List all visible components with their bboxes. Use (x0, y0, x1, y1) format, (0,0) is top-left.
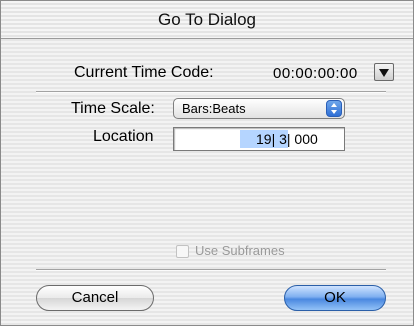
separator-top (36, 91, 386, 93)
use-subframes-checkbox[interactable] (176, 245, 189, 258)
popup-arrows-icon (326, 100, 342, 117)
time-scale-label: Time Scale: (71, 100, 155, 117)
separator-bottom (36, 269, 386, 271)
time-scale-popup[interactable]: Bars:Beats (173, 98, 345, 119)
location-value: 19| 3| 000 (256, 131, 318, 147)
time-code-menu-button[interactable] (374, 63, 394, 81)
current-time-code-value: 00:00:00:00 (273, 65, 358, 82)
location-input[interactable]: 19| 3| 000 (173, 127, 345, 151)
current-time-code-label: Current Time Code: (74, 64, 214, 81)
triangle-down-icon (379, 69, 389, 77)
dialog-title: Go To Dialog (158, 10, 256, 29)
ok-button[interactable]: OK (284, 285, 386, 311)
location-label: Location (93, 128, 154, 145)
time-scale-selected: Bars:Beats (182, 101, 246, 116)
use-subframes-label: Use Subframes (195, 243, 285, 258)
go-to-dialog: Go To Dialog Current Time Code: 00:00:00… (0, 0, 414, 326)
cancel-button[interactable]: Cancel (36, 285, 154, 311)
title-bar[interactable]: Go To Dialog (1, 1, 413, 39)
